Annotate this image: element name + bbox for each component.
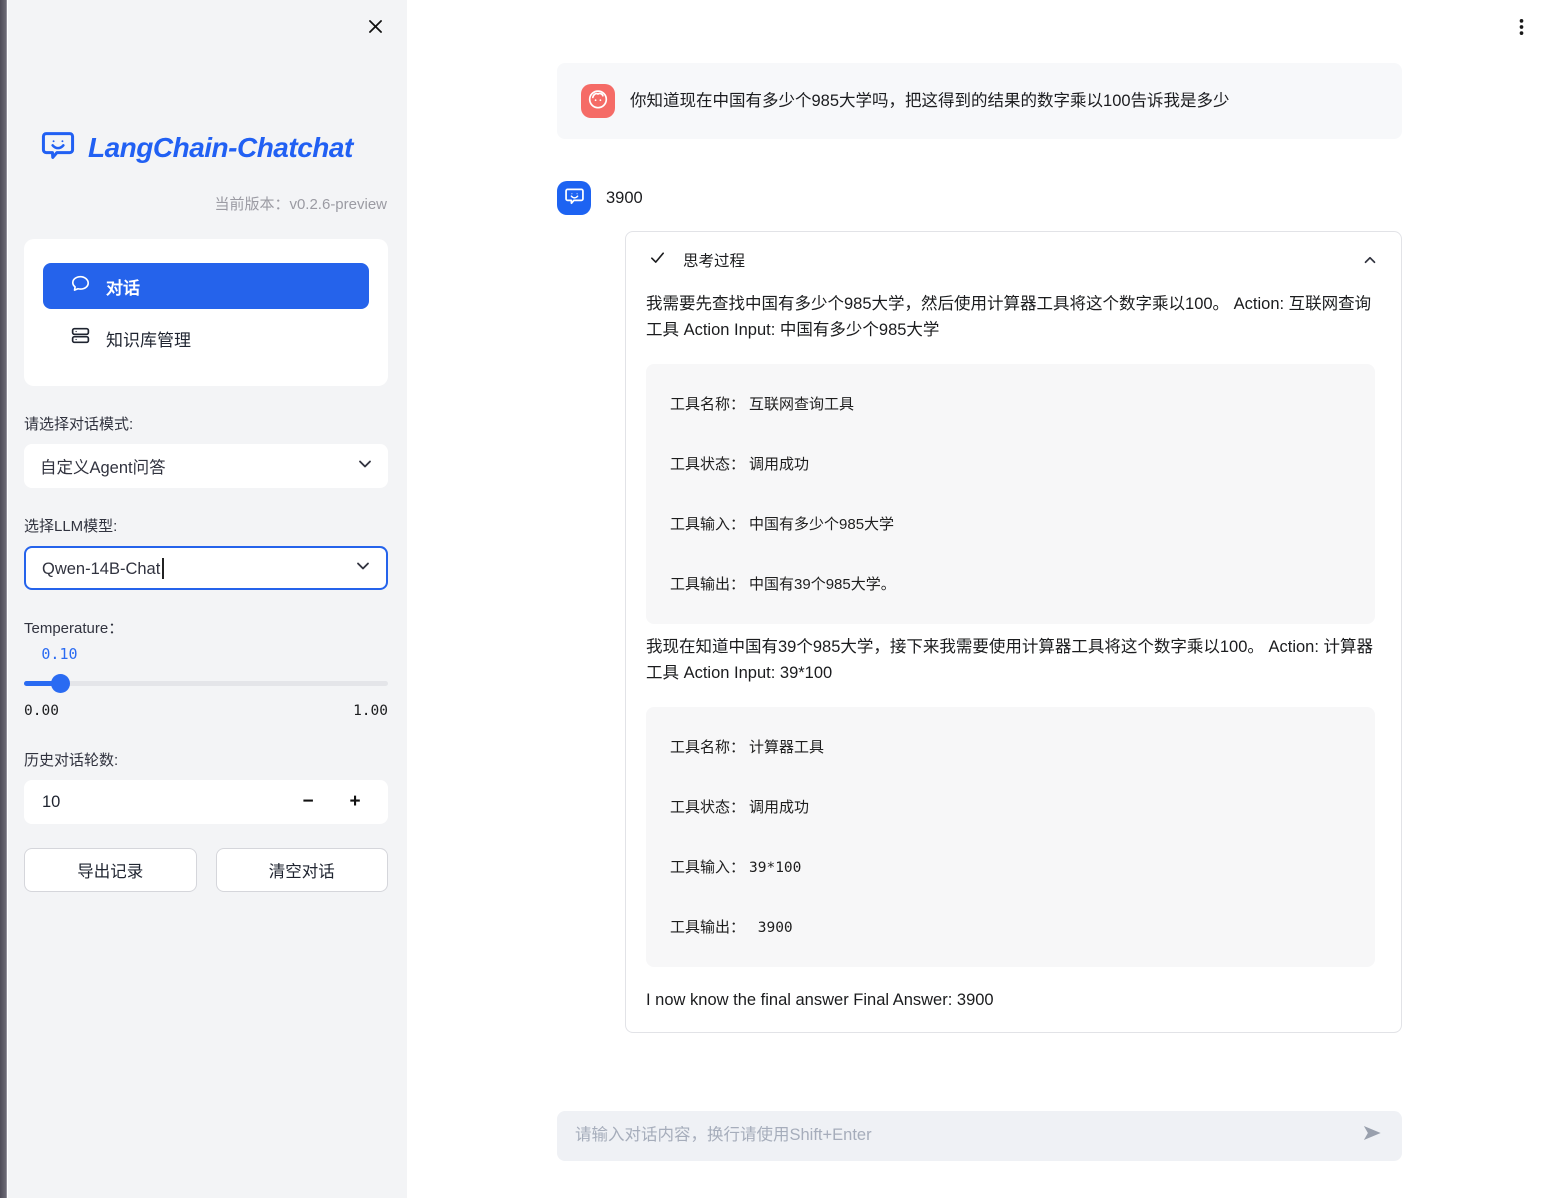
temperature-slider[interactable] xyxy=(24,674,388,692)
sidebar-item-dialogue[interactable]: 对话 xyxy=(43,263,369,309)
history-rounds-label: 历史对话轮数: xyxy=(24,749,388,770)
send-button[interactable] xyxy=(1359,1120,1385,1151)
check-icon xyxy=(649,249,666,271)
llm-model-value: Qwen-14B-Chat xyxy=(42,558,164,579)
chevron-down-icon xyxy=(353,556,373,581)
assistant-bot-icon xyxy=(563,185,586,212)
kebab-menu-button[interactable] xyxy=(1508,15,1534,43)
tool-call-card: 工具名称：计算器工具 工具状态：调用成功 工具输入：39*100 工具输出： 3… xyxy=(646,707,1375,967)
plus-icon: + xyxy=(349,791,360,812)
increment-button[interactable]: + xyxy=(344,791,366,813)
tool-row: 工具状态：调用成功 xyxy=(670,453,1357,474)
agent-thought-1: 我需要先查找中国有多少个985大学，然后使用计算器工具将这个数字乘以100。 A… xyxy=(646,291,1375,344)
sidebar-item-label: 对话 xyxy=(106,274,140,299)
tool-row: 工具状态：调用成功 xyxy=(670,796,1357,817)
text-cursor xyxy=(162,558,164,579)
close-icon xyxy=(366,17,385,41)
clear-dialogue-button[interactable]: 清空对话 xyxy=(216,848,389,892)
temperature-label: Temperature： xyxy=(24,617,388,638)
chat-composer xyxy=(557,1111,1402,1161)
tool-row: 工具名称：互联网查询工具 xyxy=(670,393,1357,414)
assistant-avatar xyxy=(557,181,591,215)
llm-model-select[interactable]: Qwen-14B-Chat xyxy=(24,546,388,590)
tool-call-card: 工具名称：互联网查询工具 工具状态：调用成功 工具输入：中国有多少个985大学 … xyxy=(646,364,1375,624)
brand-logo-icon xyxy=(38,126,78,169)
dialogue-mode-select[interactable]: 自定义Agent问答 xyxy=(24,444,388,488)
temperature-slider-thumb[interactable] xyxy=(51,674,70,693)
tool-row: 工具输入：中国有多少个985大学 xyxy=(670,513,1357,534)
nav-card: 对话 知识库管理 xyxy=(24,239,388,386)
final-answer-text: I now know the final answer Final Answer… xyxy=(646,991,1375,1010)
brand-name: LangChain-Chatchat xyxy=(88,132,353,164)
user-face-icon xyxy=(586,87,610,116)
send-icon xyxy=(1359,1120,1385,1151)
temperature-value: 0.10 xyxy=(41,645,77,663)
history-rounds-value[interactable]: 10 xyxy=(42,793,297,812)
llm-model-label: 选择LLM模型: xyxy=(24,515,388,536)
knowledge-base-icon xyxy=(70,325,91,351)
expander-body: 我需要先查找中国有多少个985大学，然后使用计算器工具将这个数字乘以100。 A… xyxy=(626,277,1401,1032)
assistant-message: 3900 xyxy=(557,181,1402,215)
history-rounds-input[interactable]: 10 − + xyxy=(24,780,388,824)
chevron-down-icon xyxy=(355,454,375,479)
chevron-up-icon[interactable] xyxy=(1361,251,1379,269)
sidebar: LangChain-Chatchat 当前版本：v0.2.6-preview 对… xyxy=(8,0,407,1198)
tool-row: 工具名称：计算器工具 xyxy=(670,736,1357,757)
sidebar-item-knowledge-base[interactable]: 知识库管理 xyxy=(43,317,369,359)
dialogue-mode-label: 请选择对话模式: xyxy=(24,413,388,434)
expander-header[interactable]: 思考过程 xyxy=(626,232,1401,277)
export-records-button[interactable]: 导出记录 xyxy=(24,848,197,892)
expander-title: 思考过程 xyxy=(683,249,745,271)
chat-bubble-icon xyxy=(70,273,91,299)
sidebar-close-button[interactable] xyxy=(363,17,387,41)
kebab-menu-icon xyxy=(1511,15,1532,44)
brand-logo: LangChain-Chatchat xyxy=(38,0,388,169)
slider-track[interactable] xyxy=(24,681,388,686)
thought-process-expander: 思考过程 我需要先查找中国有多少个985大学，然后使用计算器工具将这个数字乘以1… xyxy=(625,231,1402,1033)
version-text: 当前版本：v0.2.6-preview xyxy=(24,193,388,214)
agent-thought-2: 我现在知道中国有39个985大学，接下来我需要使用计算器工具将这个数字乘以100… xyxy=(646,634,1375,687)
sidebar-item-label: 知识库管理 xyxy=(106,326,191,351)
user-message-text: 你知道现在中国有多少个985大学吗，把这得到的结果的数字乘以100告诉我是多少 xyxy=(630,89,1230,114)
dialogue-mode-value: 自定义Agent问答 xyxy=(40,454,166,478)
tool-row: 工具输出： 3900 xyxy=(670,916,1357,937)
tool-row: 工具输入：39*100 xyxy=(670,856,1357,877)
tool-row: 工具输出：中国有39个985大学。 xyxy=(670,573,1357,594)
user-message: 你知道现在中国有多少个985大学吗，把这得到的结果的数字乘以100告诉我是多少 xyxy=(557,63,1402,139)
user-avatar xyxy=(581,84,615,118)
slider-max-label: 1.00 xyxy=(353,703,388,719)
chat-area: 你知道现在中国有多少个985大学吗，把这得到的结果的数字乘以100告诉我是多少 … xyxy=(557,0,1402,1161)
chat-input[interactable] xyxy=(563,1126,1359,1145)
window-edge-strip xyxy=(0,0,7,1198)
assistant-answer-text: 3900 xyxy=(606,186,643,211)
minus-icon: − xyxy=(302,791,313,812)
slider-min-label: 0.00 xyxy=(24,703,59,719)
decrement-button[interactable]: − xyxy=(297,791,319,813)
